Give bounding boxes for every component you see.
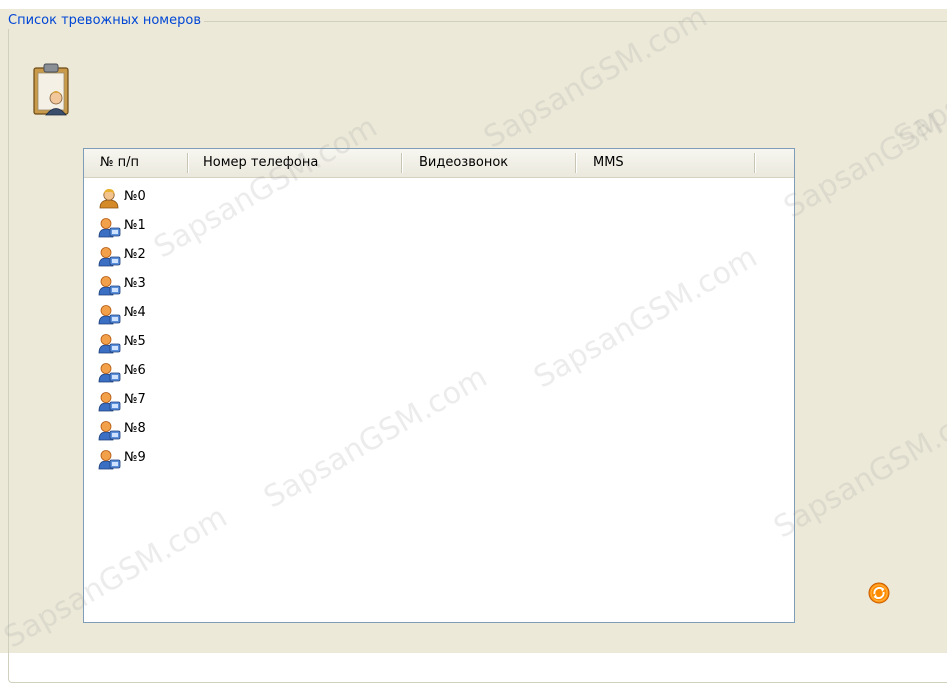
column-divider[interactable] <box>575 153 576 173</box>
column-header-mms[interactable]: MMS <box>593 149 624 176</box>
group-title: Список тревожных номеров <box>8 13 204 29</box>
contact-user-icon <box>97 303 121 325</box>
list-item-label: №9 <box>124 450 146 465</box>
owner-user-icon <box>97 187 121 209</box>
contact-user-icon <box>97 274 121 296</box>
column-divider[interactable] <box>401 153 402 173</box>
list-item-label: №7 <box>124 392 146 407</box>
list-item-label: №0 <box>124 189 146 204</box>
list-item-label: №1 <box>124 218 146 233</box>
list-item-label: №2 <box>124 247 146 262</box>
contact-user-icon <box>97 361 121 383</box>
contact-user-icon <box>97 390 121 412</box>
list-header: № п/п Номер телефона Видеозвонок MMS <box>84 149 794 178</box>
column-divider[interactable] <box>187 153 188 173</box>
column-header-video-call[interactable]: Видеозвонок <box>419 149 508 176</box>
list-item-label: №4 <box>124 305 146 320</box>
column-header-phone[interactable]: Номер телефона <box>203 149 318 176</box>
contact-user-icon <box>97 448 121 470</box>
list-item-label: №5 <box>124 334 146 349</box>
column-header-number[interactable]: № п/п <box>100 149 139 176</box>
list-item-label: №8 <box>124 421 146 436</box>
contact-user-icon <box>97 419 121 441</box>
refresh-button[interactable] <box>868 582 890 604</box>
contact-user-icon <box>97 332 121 354</box>
list-item-label: №6 <box>124 363 146 378</box>
list-item-label: №3 <box>124 276 146 291</box>
contact-user-icon <box>97 245 121 267</box>
clipboard-user-icon <box>33 63 69 116</box>
column-divider[interactable] <box>754 153 755 173</box>
contact-user-icon <box>97 216 121 238</box>
alarm-numbers-list[interactable]: № п/п Номер телефона Видеозвонок MMS №0 №… <box>83 148 795 623</box>
